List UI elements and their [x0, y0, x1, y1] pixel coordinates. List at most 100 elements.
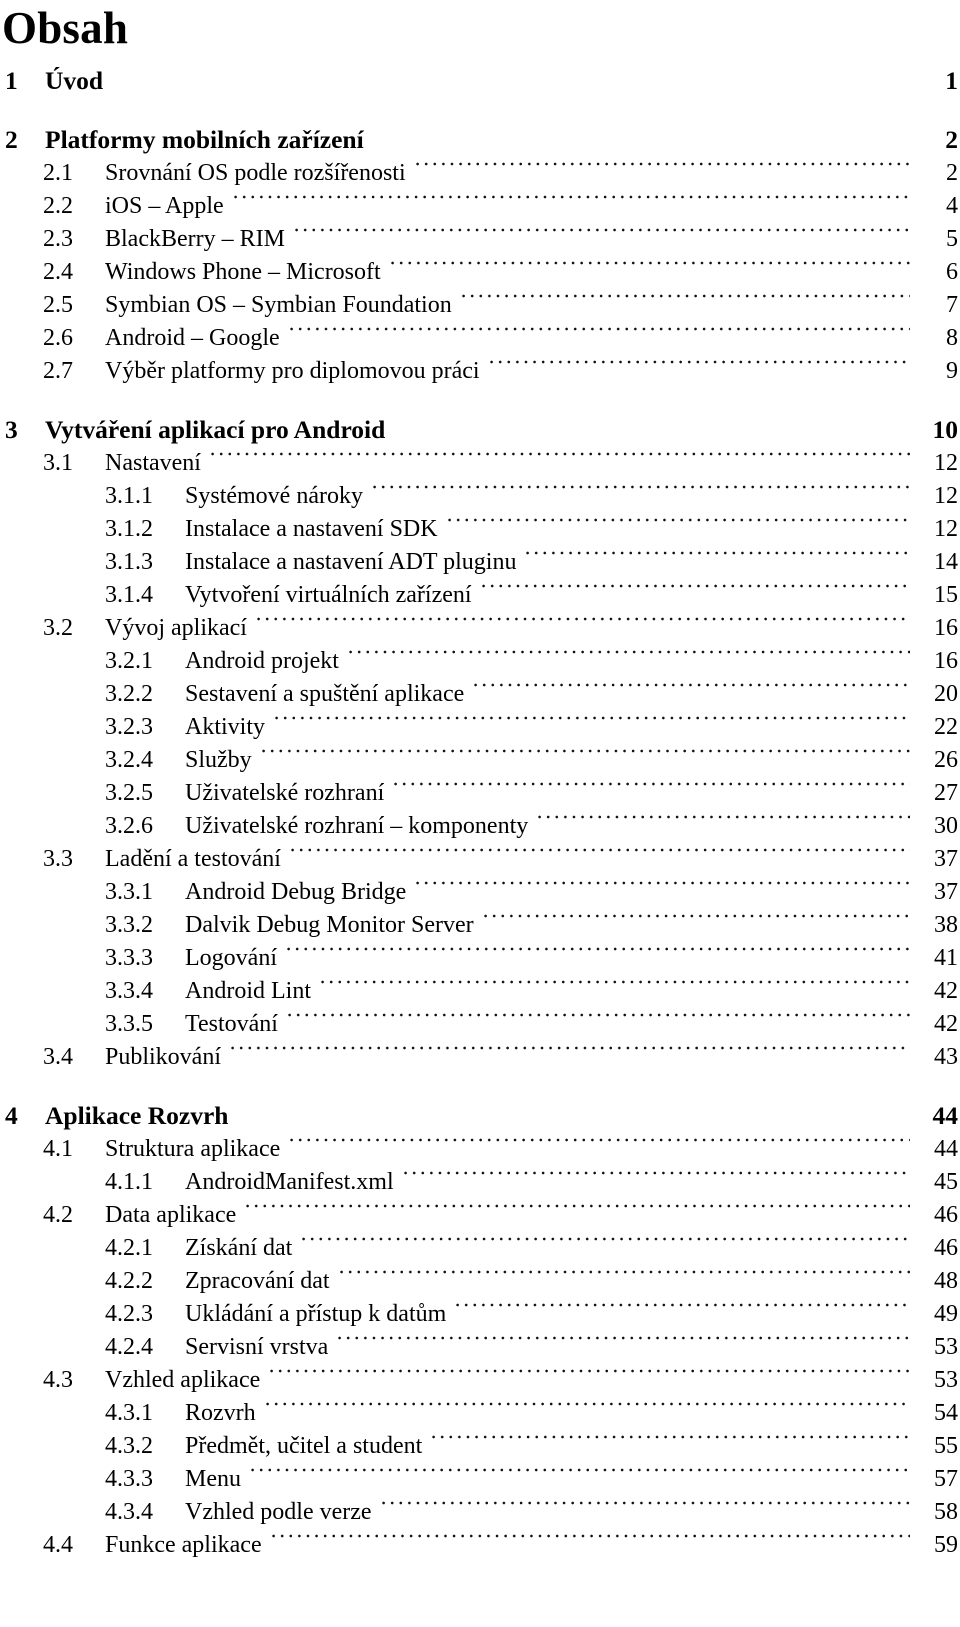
toc-list: 1 Úvod 1 2 Platformy mobilních zařízení 2 2.1 S…: [0, 63, 960, 1561]
toc-entry-number: 3.2.6: [105, 813, 153, 839]
toc-entry-page-number: 10: [932, 414, 959, 444]
toc-dot-leader: [462, 284, 910, 308]
toc-entry-number: 3.2.3: [105, 714, 153, 740]
toc-entry-number: 4.2.3: [105, 1301, 153, 1327]
toc-entry-label: iOS – Apple: [105, 193, 224, 219]
toc-entry-number: 2.6: [43, 325, 73, 351]
toc-entry-label: Získání dat: [185, 1235, 293, 1261]
toc-dot-leader: [288, 1003, 910, 1027]
toc-entry-number: 3.2.5: [105, 780, 153, 806]
toc-dot-leader: [257, 607, 910, 631]
toc-entry[interactable]: 3.4 Publikování 43: [0, 1040, 960, 1073]
toc-entry-number: 3.2.1: [105, 648, 153, 674]
toc-dot-leader: [374, 118, 910, 144]
toc-dot-leader: [270, 1359, 910, 1383]
toc-entry-page-number: 9: [946, 358, 958, 384]
toc-entry-label: Windows Phone – Microsoft: [105, 259, 381, 285]
toc-entry-label: Android Debug Bridge: [185, 879, 407, 905]
toc-entry-number: 4.3.4: [105, 1499, 153, 1525]
toc-entry-number: 3: [5, 414, 18, 444]
toc-dot-leader: [302, 1227, 910, 1251]
toc-entry[interactable]: 1 Úvod 1: [0, 63, 960, 97]
toc-entry-number: 4.2.4: [105, 1334, 153, 1360]
toc-entry-number: 2.2: [43, 193, 73, 219]
toc-entry-number: 2.3: [43, 226, 73, 252]
toc-entry-number: 4: [5, 1100, 18, 1130]
toc-dot-leader: [448, 508, 910, 532]
toc-entry-page-number: 57: [934, 1466, 958, 1492]
toc-entry-page-number: 6: [946, 259, 958, 285]
toc-dot-leader: [482, 574, 910, 598]
toc-dot-leader: [373, 475, 910, 499]
toc-entry-page-number: 37: [934, 879, 958, 905]
toc-entry-page-number: 4: [946, 193, 958, 219]
toc-entry-page-number: 45: [934, 1169, 958, 1195]
toc-dot-leader: [526, 541, 910, 565]
toc-dot-leader: [211, 442, 910, 466]
toc-dot-leader: [291, 838, 910, 862]
toc-dot-leader: [416, 871, 910, 895]
toc-entry-number: 2: [5, 124, 18, 154]
toc-entry-label: Menu: [185, 1466, 241, 1492]
toc-dot-leader: [391, 251, 910, 275]
toc-entry-page-number: 46: [934, 1235, 958, 1261]
toc-entry-label: Zpracování dat: [185, 1268, 330, 1294]
toc-entry-label: Výběr platformy pro diplomovou práci: [105, 358, 480, 384]
toc-entry-page-number: 46: [934, 1202, 958, 1228]
toc-entry-number: 2.7: [43, 358, 73, 384]
toc-entry-number: 4.1.1: [105, 1169, 153, 1195]
toc-entry-label: Služby: [185, 747, 252, 773]
toc-entry-page-number: 53: [934, 1334, 958, 1360]
toc-entry-label: Ladění a testování: [105, 846, 281, 872]
toc-dot-leader: [238, 1094, 910, 1120]
toc-entry-page-number: 14: [934, 549, 958, 575]
toc-entry-label: Funkce aplikace: [105, 1532, 262, 1558]
toc-entry[interactable]: 2.7 Výběr platformy pro diplomovou práci 9: [0, 354, 960, 387]
toc-entry-page-number: 43: [934, 1044, 958, 1070]
toc-entry-number: 4.2.2: [105, 1268, 153, 1294]
toc-dot-leader: [416, 152, 910, 176]
toc-entry-page-number: 42: [934, 1011, 958, 1037]
toc-entry[interactable]: 4.4 Funkce aplikace 59: [0, 1528, 960, 1561]
toc-dot-leader: [456, 1293, 910, 1317]
toc-entry-page-number: 55: [934, 1433, 958, 1459]
toc-entry-number: 3.2.4: [105, 747, 153, 773]
toc-dot-leader: [290, 1128, 910, 1152]
toc-entry-label: Rozvrh: [185, 1400, 256, 1426]
toc-dot-leader: [251, 1458, 910, 1482]
toc-entry[interactable]: 2 Platformy mobilních zařízení 2: [0, 122, 960, 156]
toc-entry-label: Aplikace Rozvrh: [45, 1100, 229, 1130]
toc-dot-leader: [340, 1260, 910, 1284]
toc-entry-page-number: 8: [946, 325, 958, 351]
toc-entry-label: Android – Google: [105, 325, 280, 351]
toc-entry-page-number: 30: [934, 813, 958, 839]
toc-entry-page-number: 44: [932, 1100, 959, 1130]
toc-entry-page-number: 16: [934, 615, 958, 641]
toc-entry-number: 4.1: [43, 1136, 73, 1162]
toc-entry-number: 3.1.2: [105, 516, 153, 542]
toc-entry-number: 4.2: [43, 1202, 73, 1228]
toc-dot-leader: [490, 350, 910, 374]
toc-entry-page-number: 7: [946, 292, 958, 318]
toc-entry-number: 4.2.1: [105, 1235, 153, 1261]
toc-entry-number: 2.4: [43, 259, 73, 285]
toc-dot-leader: [404, 1161, 910, 1185]
toc-entry[interactable]: 4 Aplikace Rozvrh 44: [0, 1098, 960, 1132]
toc-entry-number: 3.3.1: [105, 879, 153, 905]
toc-entry-number: 3.3.3: [105, 945, 153, 971]
toc-entry-page-number: 27: [934, 780, 958, 806]
toc-entry-page-number: 22: [934, 714, 958, 740]
toc-entry-number: 4.3.1: [105, 1400, 153, 1426]
toc-entry-page-number: 2: [945, 124, 958, 154]
toc-dot-leader: [338, 1326, 910, 1350]
toc-dot-leader: [432, 1425, 910, 1449]
toc-entry-number: 3.1: [43, 450, 73, 476]
toc-entry-label: Nastavení: [105, 450, 201, 476]
document-page: Obsah 1 Úvod 1 2 Platformy mobilních zařízen…: [0, 0, 960, 1627]
toc-entry-label: Aktivity: [185, 714, 266, 740]
toc-entry[interactable]: 3 Vytváření aplikací pro Android 10: [0, 412, 960, 446]
toc-dot-leader: [382, 1491, 910, 1515]
toc-entry-page-number: 48: [934, 1268, 958, 1294]
toc-entry-number: 3.3.5: [105, 1011, 153, 1037]
toc-entry-label: Data aplikace: [105, 1202, 237, 1228]
